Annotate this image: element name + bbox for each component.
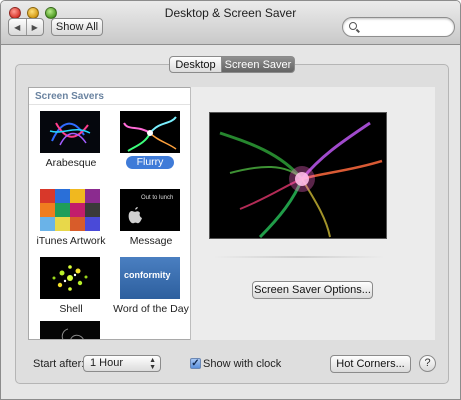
back-arrow-icon[interactable]: ◀: [9, 19, 26, 35]
message-thumbnail: Out to lunch: [120, 189, 180, 231]
list-header: Screen Savers: [29, 88, 190, 105]
screen-saver-label: iTunes Artwork: [36, 235, 106, 247]
screen-saver-item-itunes-artwork[interactable]: iTunes Artwork: [35, 189, 107, 255]
screen-saver-item-shell[interactable]: Shell: [35, 257, 107, 323]
forward-arrow-icon[interactable]: ▶: [25, 19, 44, 35]
screen-saver-label: Arabesque: [45, 157, 97, 169]
hot-corners-button[interactable]: Hot Corners...: [330, 355, 411, 373]
tab-bar: Desktop Screen Saver: [169, 56, 295, 73]
preview-reflection: [213, 256, 385, 258]
screen-saver-item-partial[interactable]: [35, 321, 107, 339]
spiral-thumbnail: [40, 321, 100, 339]
screen-saver-item-flurry[interactable]: Flurry: [115, 111, 187, 177]
show-clock-label[interactable]: Show with clock: [203, 358, 281, 370]
tab-screen-saver[interactable]: Screen Saver: [222, 56, 295, 73]
screen-saver-preview: [209, 112, 387, 239]
start-after-select[interactable]: 1 Hour ▲ ▼: [83, 355, 161, 372]
back-forward-control: ◀ ▶: [8, 18, 44, 36]
arabesque-thumbnail: [40, 111, 100, 153]
preferences-window: Desktop & Screen Saver ◀ ▶ Show All Desk…: [0, 0, 461, 400]
show-clock-checkbox[interactable]: ✓: [190, 358, 201, 369]
search-field[interactable]: [342, 17, 455, 37]
screen-saver-label: Shell: [59, 303, 83, 315]
screen-saver-list[interactable]: Screen Savers Arabesque Flurry iTunes Ar…: [28, 87, 191, 340]
title-bar: Desktop & Screen Saver ◀ ▶ Show All: [1, 1, 460, 45]
help-button[interactable]: ?: [419, 355, 436, 372]
screen-saver-options-button[interactable]: Screen Saver Options...: [252, 281, 373, 299]
screen-saver-item-arabesque[interactable]: Arabesque: [35, 111, 107, 177]
search-input[interactable]: [361, 20, 449, 34]
shell-thumbnail: [40, 257, 100, 299]
flurry-thumbnail: [120, 111, 180, 153]
start-after-label: Start after:: [33, 358, 85, 370]
itunes-artwork-thumbnail: [40, 189, 100, 231]
word-of-the-day-thumbnail: conformity: [120, 257, 180, 299]
screen-saver-item-word-of-the-day[interactable]: conformity Word of the Day: [113, 257, 189, 323]
screen-saver-label: Message: [129, 235, 173, 247]
screen-saver-item-message[interactable]: Out to lunch Message: [115, 189, 187, 255]
start-after-value: 1 Hour: [90, 357, 124, 369]
select-arrows-icon: ▲ ▼: [149, 357, 156, 371]
screen-saver-label-selected: Flurry: [126, 156, 174, 169]
apple-logo-icon: [128, 207, 142, 224]
word-of-the-day-thumb-text: conformity: [124, 270, 171, 280]
search-icon: [349, 22, 357, 30]
show-all-button[interactable]: Show All: [51, 18, 103, 36]
screen-saver-label: Word of the Day: [113, 303, 189, 315]
tab-desktop[interactable]: Desktop: [169, 56, 222, 73]
